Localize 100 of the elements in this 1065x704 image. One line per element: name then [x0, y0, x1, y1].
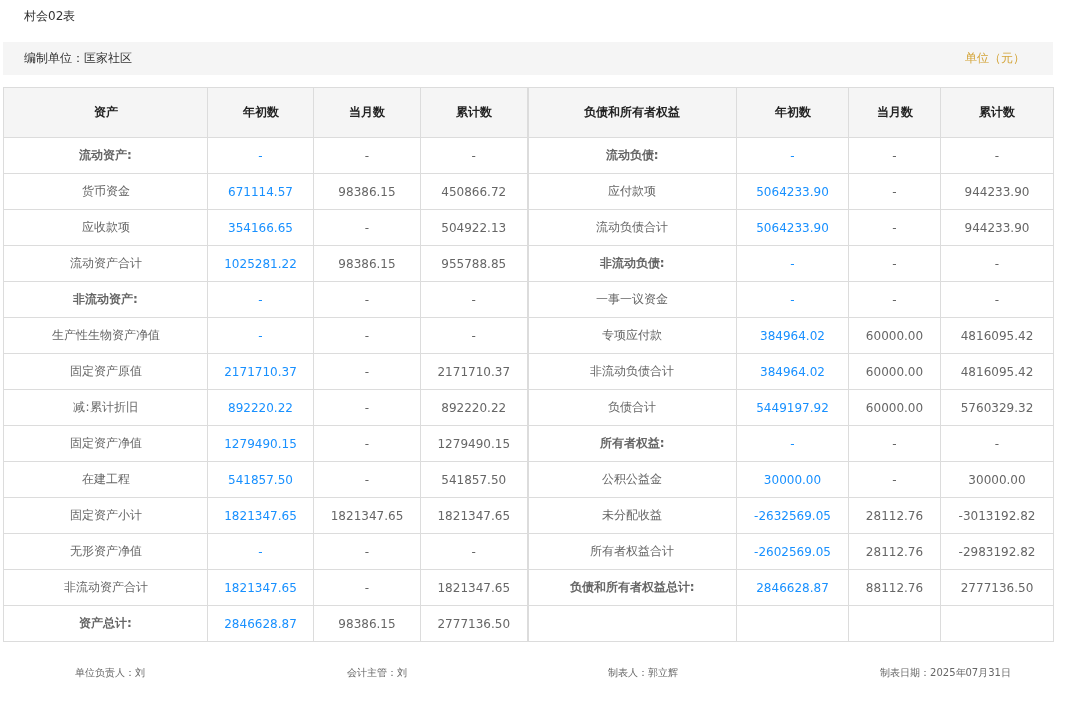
table-cell: - [848, 209, 941, 246]
row-label: 货币资金 [3, 173, 208, 210]
table-cell: - [313, 569, 421, 606]
amount-link[interactable]: - [207, 533, 314, 570]
row-label: 未分配收益 [527, 497, 737, 534]
row-label: 公积公益金 [527, 461, 737, 498]
amount-link[interactable]: 1025281.22 [207, 245, 314, 282]
amount-link[interactable]: 30000.00 [736, 461, 849, 498]
unit-label: 编制单位：匡家社区 [24, 50, 132, 67]
amount-link[interactable]: 5064233.90 [736, 173, 849, 210]
amount-link[interactable]: 671114.57 [207, 173, 314, 210]
table-cell: 88112.76 [848, 569, 941, 606]
table-cell: - [313, 281, 421, 318]
column-header: 累计数 [940, 87, 1054, 138]
row-label: 生产性生物资产净值 [3, 317, 208, 354]
row-label: 流动负债: [527, 137, 737, 174]
signature-field: 制表日期：2025年07月31日 [880, 666, 1011, 680]
amount-link[interactable]: 384964.02 [736, 317, 849, 354]
table-cell: 30000.00 [940, 461, 1054, 498]
table-cell: - [313, 209, 421, 246]
signature-field: 会计主管：刘 [346, 666, 407, 680]
amount-link[interactable]: - [207, 137, 314, 174]
row-label: 非流动负债: [527, 245, 737, 282]
table-cell: 98386.15 [313, 245, 421, 282]
row-label: 非流动资产: [3, 281, 208, 318]
table-cell: - [313, 533, 421, 570]
column-header: 累计数 [420, 87, 528, 138]
table-cell: 4816095.42 [940, 353, 1054, 390]
table-cell: 60000.00 [848, 317, 941, 354]
amount-link[interactable]: - [736, 245, 849, 282]
signature-field: 制表人：郭立辉 [608, 666, 679, 680]
row-label: 在建工程 [3, 461, 208, 498]
column-header: 资产 [3, 87, 208, 138]
table-cell: - [848, 173, 941, 210]
amount-link[interactable]: 541857.50 [207, 461, 314, 498]
amount-link[interactable]: -2632569.05 [736, 497, 849, 534]
row-label: 流动负债合计 [527, 209, 737, 246]
amount-link[interactable]: 2846628.87 [736, 569, 849, 606]
table-cell: - [848, 425, 941, 462]
report-title: 村会02表 [24, 9, 76, 23]
amount-link[interactable]: 1279490.15 [207, 425, 314, 462]
table-cell: - [848, 281, 941, 318]
table-cell: 2777136.50 [940, 569, 1054, 606]
table-cell: - [313, 425, 421, 462]
table-cell: - [313, 137, 421, 174]
amount-link[interactable]: 354166.65 [207, 209, 314, 246]
amount-link[interactable]: - [207, 281, 314, 318]
table-cell: -3013192.82 [940, 497, 1054, 534]
row-label: 负债合计 [527, 389, 737, 426]
table-cell: - [313, 461, 421, 498]
table-cell: 1821347.65 [313, 497, 421, 534]
amount-link[interactable]: 892220.22 [207, 389, 314, 426]
amount-link[interactable]: 2846628.87 [207, 605, 314, 642]
column-header: 当月数 [313, 87, 421, 138]
row-label: 减:累计折旧 [3, 389, 208, 426]
amount-link[interactable]: 1821347.65 [207, 497, 314, 534]
table-cell: - [940, 281, 1054, 318]
amount-link[interactable]: 2171710.37 [207, 353, 314, 390]
table-cell: - [940, 137, 1054, 174]
table-cell: 98386.15 [313, 173, 421, 210]
amount-link[interactable]: 384964.02 [736, 353, 849, 390]
table-cell: -2983192.82 [940, 533, 1054, 570]
row-label: 流动资产: [3, 137, 208, 174]
row-label: 固定资产原值 [3, 353, 208, 390]
amount-link[interactable]: 5064233.90 [736, 209, 849, 246]
table-cell: - [848, 137, 941, 174]
amount-link[interactable]: - [736, 425, 849, 462]
amount-link[interactable]: -2602569.05 [736, 533, 849, 570]
table-cell: 944233.90 [940, 209, 1054, 246]
table-cell: 4816095.42 [940, 317, 1054, 354]
amount-link[interactable]: - [736, 137, 849, 174]
row-label: 所有者权益: [527, 425, 737, 462]
table-cell: 60000.00 [848, 389, 941, 426]
column-header: 年初数 [736, 87, 849, 138]
row-label: 非流动资产合计 [3, 569, 208, 606]
amount-link[interactable]: 5449197.92 [736, 389, 849, 426]
row-label: 一事一议资金 [527, 281, 737, 318]
row-label: 固定资产小计 [3, 497, 208, 534]
table-cell: 944233.90 [940, 173, 1054, 210]
row-label: 负债和所有者权益总计: [527, 569, 737, 606]
table-cell: 28112.76 [848, 497, 941, 534]
amount-link[interactable]: - [207, 317, 314, 354]
table-cell: 60000.00 [848, 353, 941, 390]
row-label: 非流动负债合计 [527, 353, 737, 390]
table-cell: - [940, 425, 1054, 462]
row-label: 流动资产合计 [3, 245, 208, 282]
table-cell: 5760329.32 [940, 389, 1054, 426]
table-cell: 98386.15 [313, 605, 421, 642]
amount-link[interactable]: 1821347.65 [207, 569, 314, 606]
row-label: 固定资产净值 [3, 425, 208, 462]
table-cell: - [313, 389, 421, 426]
table-cell: - [848, 245, 941, 282]
row-label: 专项应付款 [527, 317, 737, 354]
row-label: 无形资产净值 [3, 533, 208, 570]
table-cell: - [848, 461, 941, 498]
table-cell: - [313, 353, 421, 390]
column-header: 当月数 [848, 87, 941, 138]
amount-link[interactable]: - [736, 281, 849, 318]
signature-field: 单位负责人：刘 [75, 666, 145, 680]
table-cell: 28112.76 [848, 533, 941, 570]
